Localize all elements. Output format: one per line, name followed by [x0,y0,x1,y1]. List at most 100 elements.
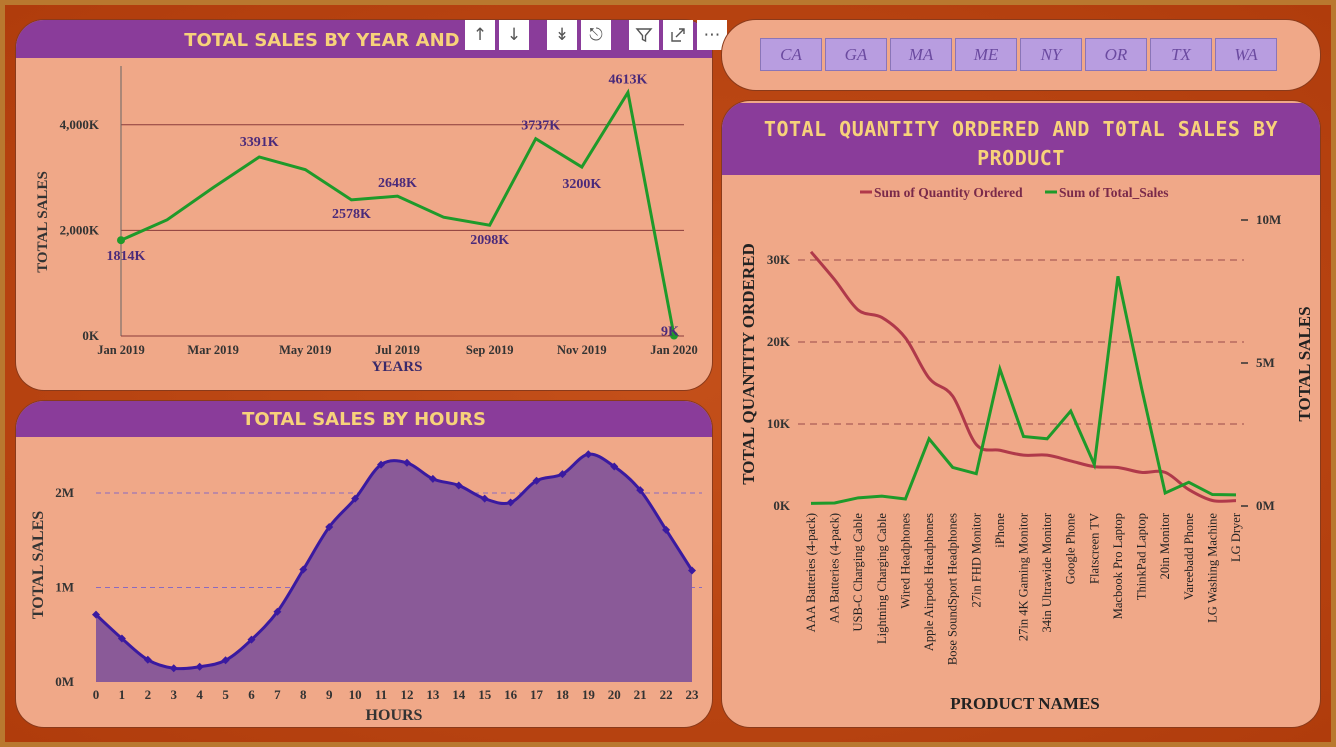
x-tick-label: Wired Headphones [898,513,912,609]
y-tick-label: 2M [55,485,74,500]
y-axis-title-left: TOTAL QUANTITY ORDERED [739,243,758,485]
state-button-ga[interactable]: GA [825,38,887,71]
x-tick-label: LG Washing Machine [1205,513,1219,623]
x-tick-label: 23 [686,687,700,702]
data-label: 3200K [562,177,601,192]
x-tick-label: 1 [119,687,126,702]
y-tick-label-left: 30K [767,252,791,267]
state-button-tx[interactable]: TX [1150,38,1212,71]
data-label: 3391K [240,135,279,150]
x-tick-label: 5 [222,687,229,702]
x-tick-label: May 2019 [279,343,331,357]
y-tick-label: 0K [82,328,100,343]
x-tick-label: USB-C Charging Cable [851,513,865,632]
y-tick-label-left: 0K [773,498,791,513]
y-tick-label-right: 0M [1256,498,1275,513]
sales-by-year-chart: 0K 2,000K 4,000K Jan 2019 Mar 2019 May 2019 Ju… [35,66,698,375]
x-tick-label: Vareebadd Phone [1182,513,1196,601]
data-label: 3737K [521,119,560,134]
y-tick-label-right: 10M [1256,212,1281,227]
x-tick-label: 20in Monitor [1158,512,1172,579]
x-tick-label: Lightning Charging Cable [875,513,889,644]
x-tick-label: 16 [504,687,518,702]
y-tick-label: 0M [55,674,74,689]
arrow-down-icon[interactable]: ↓ [499,20,529,50]
state-button-ca[interactable]: CA [760,38,822,71]
y-axis-title-right: TOTAL SALES [1295,306,1314,421]
x-tick-label: 19 [582,687,596,702]
x-tick-label: 2 [145,687,152,702]
sales-by-hours-panel: TOTAL SALES BY HOURS 0M 1M 2M 0 1 2 3 4 5 6 7 8 9 10 1… [16,401,712,727]
visual-toolbar: ↑ ↓ ↡ ⎋ ⋯ [465,20,727,50]
x-tick-label: Flatscreen TV [1087,513,1101,584]
x-tick-label: Jan 2020 [650,343,698,357]
x-tick-label: 27in 4K Gaming Monitor [1017,512,1031,641]
sales-by-year-panel: TOTAL SALES BY YEAR AND M 0K 2,000K 4,000K… [16,20,712,390]
state-button-me[interactable]: ME [955,38,1017,71]
x-tick-label: Macbook Pro Laptop [1111,513,1125,619]
x-tick-label: 3 [170,687,177,702]
x-tick-label: 15 [478,687,492,702]
x-tick-label: AAA Batteries (4-pack) [804,513,818,632]
x-tick-label: 12 [400,687,413,702]
x-tick-label: 11 [375,687,387,702]
double-down-icon[interactable]: ↡ [547,20,577,50]
data-label: 1814K [107,249,146,264]
x-tick-label: 13 [426,687,440,702]
x-tick-label: 8 [300,687,307,702]
series-line-quantity [809,250,1237,503]
x-tick-label: 34in Ultrawide Monitor [1040,512,1054,632]
x-tick-label: AA Batteries (4-pack) [828,513,842,623]
x-tick-label: LG Dryer [1229,512,1243,562]
series-line-total-sales [120,88,676,336]
state-slicer: CA GA MA ME NY OR TX WA [760,38,1277,71]
data-label: 2098K [470,233,509,248]
y-tick-label: 1M [55,580,74,595]
product-chart: Sum of Quantity Ordered Sum of Total_Sale… [739,185,1314,713]
x-tick-label: ThinkPad Laptop [1135,513,1149,600]
series-line-sales [810,276,1237,505]
state-button-ny[interactable]: NY [1020,38,1082,71]
x-tick-label: iPhone [993,513,1007,548]
legend-label-quantity: Sum of Quantity Ordered [874,185,1023,200]
product-panel: TOTAL QUANTITY ORDERED AND T0TAL SALES B… [722,101,1320,727]
x-tick-label: Sep 2019 [466,343,514,357]
x-axis-title: PRODUCT NAMES [950,694,1099,713]
x-tick-label: 10 [349,687,362,702]
area-fill [96,454,692,682]
state-button-or[interactable]: OR [1085,38,1147,71]
data-label: 2648K [378,176,417,191]
expand-hierarchy-icon[interactable]: ⎋ [581,20,611,50]
y-axis-title: TOTAL SALES [35,171,51,273]
y-tick-label: 4,000K [60,117,100,132]
x-axis-title: HOURS [366,707,423,724]
x-tick-label: 21 [634,687,647,702]
y-tick-label-left: 20K [767,334,791,349]
x-tick-label: Google Phone [1064,513,1078,585]
x-tick-label: Mar 2019 [187,343,239,357]
y-tick-label: 2,000K [60,222,100,237]
y-axis-title: TOTAL SALES [30,511,47,619]
x-tick-label: 22 [660,687,673,702]
arrow-up-icon[interactable]: ↑ [465,20,495,50]
data-label: 9K [661,325,679,340]
x-tick-label: Apple Airpods Headphones [922,513,936,651]
data-label: 4613K [608,72,647,87]
x-tick-label: 7 [274,687,281,702]
state-button-ma[interactable]: MA [890,38,952,71]
x-tick-label: Jul 2019 [375,343,420,357]
x-tick-label: Bose SoundSport Headphones [946,513,960,665]
x-tick-label: 6 [248,687,255,702]
x-tick-label: 20 [608,687,621,702]
focus-mode-icon[interactable] [663,20,693,50]
x-tick-label: 14 [452,687,466,702]
filter-icon[interactable] [629,20,659,50]
x-tick-label: Jan 2019 [97,343,145,357]
x-axis-title: YEARS [372,359,423,375]
data-label: 2578K [332,207,371,222]
x-tick-label: 9 [326,687,333,702]
x-tick-label: 27in FHD Monitor [969,512,983,607]
x-tick-label: 18 [556,687,570,702]
y-tick-label-left: 10K [767,416,791,431]
state-button-wa[interactable]: WA [1215,38,1277,71]
